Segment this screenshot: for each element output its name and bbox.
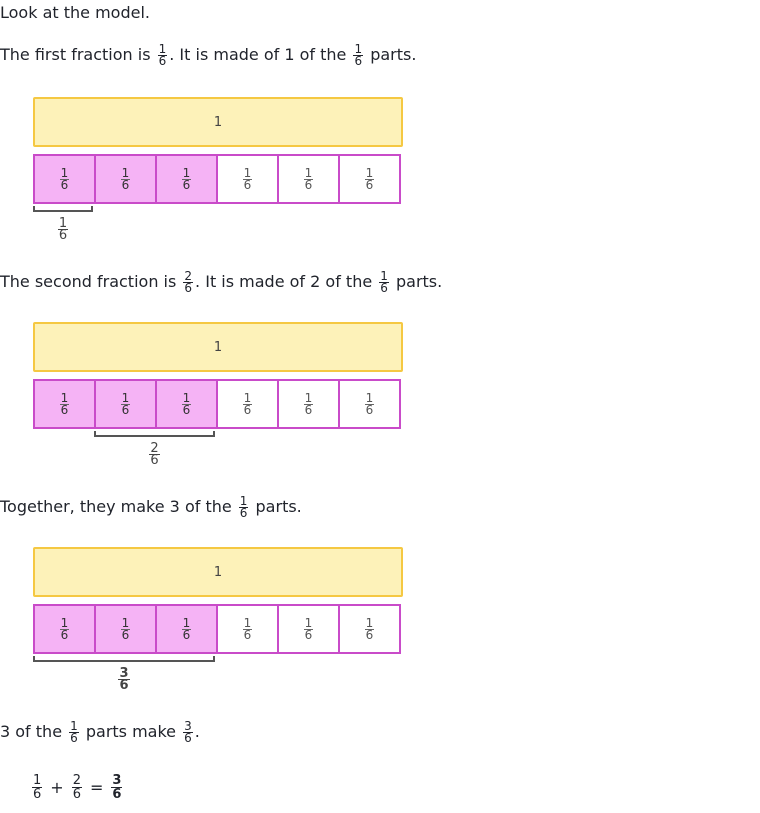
fraction-part: 16 xyxy=(216,381,277,427)
sentence-text: parts. xyxy=(250,497,302,516)
fraction: 16 xyxy=(353,42,364,68)
fraction: 16 xyxy=(157,42,168,68)
whole-bar: 1 xyxy=(33,547,403,597)
sentence-second-fraction: The second fraction is 26. It is made of… xyxy=(0,269,443,295)
sentence-text: The second fraction is xyxy=(0,272,182,291)
sentence-text: parts make xyxy=(80,722,182,741)
fraction-part: 16 xyxy=(216,156,277,202)
fraction-part: 16 xyxy=(94,156,155,202)
bracket xyxy=(33,206,93,212)
sentence-text: Together, they make 3 of the xyxy=(0,497,237,516)
part-label: 16 xyxy=(181,165,192,192)
fraction-part: 16 xyxy=(94,606,155,652)
fraction-part: 16 xyxy=(35,606,94,652)
fraction-part: 16 xyxy=(35,156,94,202)
fraction: 36 xyxy=(183,719,193,745)
sentence-together: Together, they make 3 of the 16 parts. xyxy=(0,494,302,520)
fraction-part: 16 xyxy=(35,381,94,427)
equals-sign: = xyxy=(89,778,104,797)
part-label: 16 xyxy=(120,390,131,417)
bracket-label: 16 xyxy=(57,216,69,243)
fraction-part: 16 xyxy=(338,156,399,202)
part-label: 16 xyxy=(59,615,70,642)
part-label: 16 xyxy=(364,165,375,192)
addition-equation: 16 + 26 = 36 xyxy=(30,774,124,801)
part-label: 16 xyxy=(303,165,314,192)
parts-bar: 16 16 16 16 16 16 xyxy=(33,379,401,429)
sentence-text: . It is made of 2 of the xyxy=(195,272,378,291)
part-label: 16 xyxy=(59,390,70,417)
fraction-part: 16 xyxy=(155,381,216,427)
bracket xyxy=(94,431,215,437)
plus-sign: + xyxy=(50,778,64,797)
sentence-first-fraction: The first fraction is 16. It is made of … xyxy=(0,42,417,68)
sum-fraction: 36 xyxy=(111,773,123,802)
bracket-label: 36 xyxy=(118,666,130,693)
sentence-text: parts. xyxy=(365,45,417,64)
part-label: 16 xyxy=(364,390,375,417)
part-label: 16 xyxy=(242,165,253,192)
sentence-text: The first fraction is xyxy=(0,45,156,64)
whole-bar: 1 xyxy=(33,97,403,147)
fraction-part: 16 xyxy=(155,156,216,202)
part-label: 16 xyxy=(242,390,253,417)
parts-bar: 16 16 16 16 16 16 xyxy=(33,154,401,204)
part-label: 16 xyxy=(181,615,192,642)
whole-bar: 1 xyxy=(33,322,403,372)
bracket-label: 26 xyxy=(149,441,160,468)
fraction-part: 16 xyxy=(338,381,399,427)
sentence-result: 3 of the 16 parts make 36. xyxy=(0,719,200,745)
sentence-text: . xyxy=(194,722,200,741)
addend-fraction: 16 xyxy=(32,773,43,802)
sentence-text: 3 of the xyxy=(0,722,68,741)
part-label: 16 xyxy=(303,615,314,642)
fraction-part: 16 xyxy=(94,381,155,427)
part-label: 16 xyxy=(120,165,131,192)
part-label: 16 xyxy=(303,390,314,417)
parts-bar: 16 16 16 16 16 16 xyxy=(33,604,401,654)
fraction-part: 16 xyxy=(155,606,216,652)
part-label: 16 xyxy=(364,615,375,642)
fraction-part: 16 xyxy=(338,606,399,652)
fraction-part: 16 xyxy=(277,156,338,202)
addend-fraction: 26 xyxy=(71,773,82,802)
part-label: 16 xyxy=(59,165,70,192)
fraction: 16 xyxy=(379,269,389,295)
fraction-part: 16 xyxy=(216,606,277,652)
intro-text: Look at the model. xyxy=(0,3,150,22)
bracket xyxy=(33,656,215,662)
sentence-text: parts. xyxy=(390,272,443,291)
part-label: 16 xyxy=(242,615,253,642)
part-label: 16 xyxy=(120,615,131,642)
fraction-part: 16 xyxy=(277,381,338,427)
fraction: 16 xyxy=(238,494,249,520)
fraction-part: 16 xyxy=(277,606,338,652)
fraction: 26 xyxy=(183,269,194,295)
sentence-text: . It is made of 1 of the xyxy=(169,45,352,64)
fraction: 16 xyxy=(69,719,79,745)
part-label: 16 xyxy=(181,390,192,417)
